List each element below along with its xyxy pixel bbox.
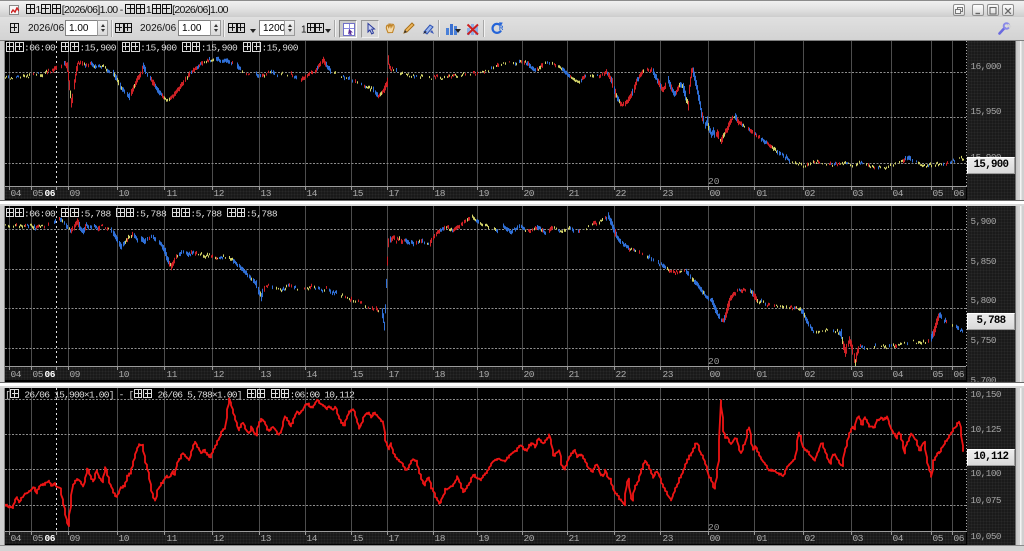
svg-text:R: R	[499, 26, 504, 32]
